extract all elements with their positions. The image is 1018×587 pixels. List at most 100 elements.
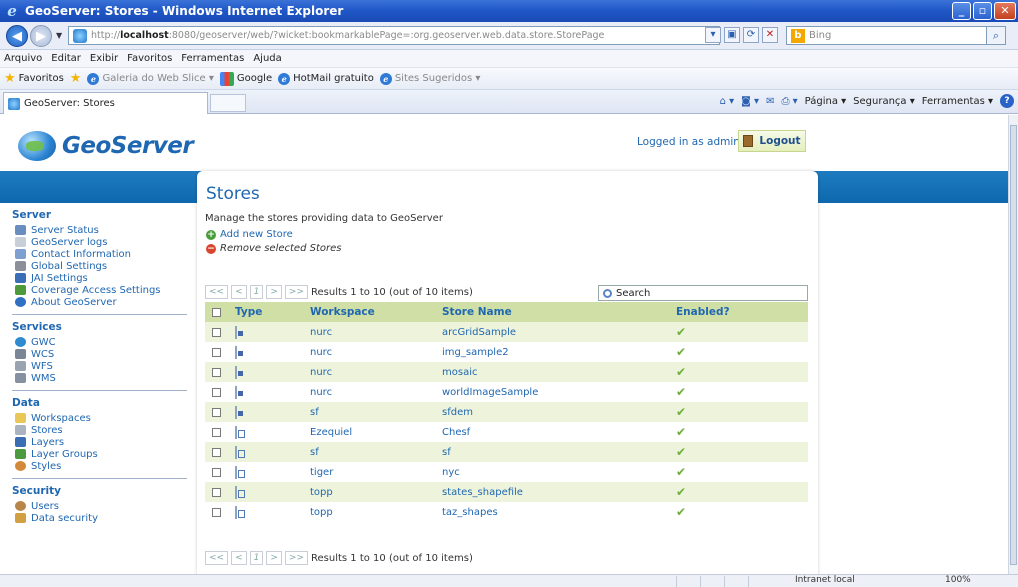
menu-ajuda[interactable]: Ajuda: [253, 53, 281, 64]
row-checkbox[interactable]: [211, 367, 221, 377]
fav-web-slice[interactable]: e Galeria do Web Slice ▾: [87, 72, 214, 85]
row-workspace-link[interactable]: nurc: [307, 367, 440, 378]
row-workspace-link[interactable]: sf: [307, 447, 440, 458]
row-workspace-link[interactable]: tiger: [307, 467, 440, 478]
menu-ferramentas[interactable]: Ferramentas: [181, 53, 244, 64]
maximize-button[interactable]: ▫: [973, 2, 992, 20]
row-workspace-link[interactable]: sf: [307, 407, 440, 418]
row-store-name-link[interactable]: img_sample2: [440, 347, 672, 358]
compat-view-icon[interactable]: ▣: [724, 27, 740, 43]
row-checkbox[interactable]: [211, 487, 221, 497]
row-checkbox[interactable]: [211, 387, 221, 397]
help-icon[interactable]: ?: [1000, 94, 1014, 108]
row-checkbox[interactable]: [211, 427, 221, 437]
back-button[interactable]: ◀: [6, 25, 28, 47]
pager-prev-button[interactable]: <: [231, 285, 247, 299]
tab-geoserver-stores[interactable]: GeoServer: Stores: [3, 92, 208, 114]
sidebar-item-contact-information[interactable]: Contact Information: [15, 248, 187, 260]
row-store-name-link[interactable]: mosaic: [440, 367, 672, 378]
remove-stores-link[interactable]: − Remove selected Stores: [206, 243, 341, 254]
sidebar-item-wcs[interactable]: WCS: [15, 348, 187, 360]
search-input[interactable]: b Bing ⌕: [786, 26, 1006, 45]
address-dropdown-icon[interactable]: ▾: [705, 27, 721, 43]
close-button[interactable]: ✕: [994, 2, 1016, 20]
menu-editar[interactable]: Editar: [51, 53, 81, 64]
row-workspace-link[interactable]: topp: [307, 507, 440, 518]
forward-button[interactable]: ▶: [30, 25, 52, 47]
select-all-checkbox[interactable]: [211, 307, 221, 317]
pager-last-button[interactable]: >>: [284, 551, 309, 565]
sidebar-item-coverage-access[interactable]: Coverage Access Settings: [15, 284, 187, 296]
menu-arquivo[interactable]: Arquivo: [4, 53, 42, 64]
row-store-name-link[interactable]: nyc: [440, 467, 672, 478]
stop-icon[interactable]: ✕: [762, 27, 778, 43]
minimize-button[interactable]: _: [952, 2, 971, 20]
pager-prev-button[interactable]: <: [231, 551, 247, 565]
row-checkbox[interactable]: [211, 507, 221, 517]
column-enabled[interactable]: Enabled?: [672, 306, 782, 318]
menu-exibir[interactable]: Exibir: [90, 53, 118, 64]
sidebar-item-global-settings[interactable]: Global Settings: [15, 260, 187, 272]
home-icon[interactable]: ⌂ ▾: [720, 96, 735, 107]
command-seguranca[interactable]: Segurança ▾: [853, 96, 915, 107]
fav-suggested-sites[interactable]: e Sites Sugeridos ▾: [379, 72, 480, 85]
sidebar-item-data-security[interactable]: Data security: [15, 512, 197, 524]
table-search-input[interactable]: Search: [598, 285, 808, 301]
pager-next-button[interactable]: >: [266, 551, 282, 565]
page-scrollbar[interactable]: [1008, 115, 1018, 574]
sidebar-item-wfs[interactable]: WFS: [15, 360, 187, 372]
column-type[interactable]: Type: [227, 306, 307, 318]
sidebar-item-workspaces[interactable]: Workspaces: [15, 412, 187, 424]
url-field[interactable]: http://localhost:8080/geoserver/web/?wic…: [68, 26, 720, 45]
pager-last-button[interactable]: >>: [284, 285, 309, 299]
logout-button[interactable]: Logout: [738, 130, 806, 152]
row-checkbox[interactable]: [211, 407, 221, 417]
favorites-button[interactable]: ★ Favoritos: [4, 71, 64, 86]
row-workspace-link[interactable]: nurc: [307, 347, 440, 358]
feeds-icon[interactable]: ◙ ▾: [741, 96, 759, 107]
row-store-name-link[interactable]: arcGridSample: [440, 327, 672, 338]
row-store-name-link[interactable]: states_shapefile: [440, 487, 672, 498]
print-icon[interactable]: ⎙ ▾: [781, 96, 797, 107]
row-checkbox[interactable]: [211, 467, 221, 477]
zoom-level[interactable]: 100%: [945, 575, 971, 585]
row-store-name-link[interactable]: sf: [440, 447, 672, 458]
row-store-name-link[interactable]: Chesf: [440, 427, 672, 438]
fav-hotmail[interactable]: e HotMail gratuito: [278, 72, 374, 85]
column-store-name[interactable]: Store Name: [440, 306, 672, 318]
new-tab-button[interactable]: [210, 94, 246, 112]
sidebar-item-stores[interactable]: Stores: [15, 424, 187, 436]
history-dropdown-icon[interactable]: ▼: [56, 31, 62, 40]
geoserver-logo[interactable]: GeoServer: [18, 131, 194, 161]
sidebar-item-layers[interactable]: Layers: [15, 436, 187, 448]
sidebar-item-wms[interactable]: WMS: [15, 372, 187, 384]
sidebar-item-gwc[interactable]: GWC: [15, 336, 187, 348]
command-ferramentas[interactable]: Ferramentas ▾: [922, 96, 993, 107]
column-workspace[interactable]: Workspace: [307, 306, 440, 318]
add-store-link[interactable]: + Add new Store: [206, 229, 293, 240]
row-checkbox[interactable]: [211, 447, 221, 457]
sidebar-item-layer-groups[interactable]: Layer Groups: [15, 448, 187, 460]
row-workspace-link[interactable]: nurc: [307, 327, 440, 338]
pager-next-button[interactable]: >: [266, 285, 282, 299]
sidebar-item-users[interactable]: Users: [15, 500, 197, 512]
mail-icon[interactable]: ✉: [766, 96, 774, 107]
fav-google[interactable]: Google: [219, 71, 272, 86]
pager-first-button[interactable]: <<: [205, 285, 229, 299]
row-checkbox[interactable]: [211, 347, 221, 357]
row-store-name-link[interactable]: taz_shapes: [440, 507, 672, 518]
sidebar-item-server-status[interactable]: Server Status: [15, 224, 187, 236]
sidebar-item-jai-settings[interactable]: JAI Settings: [15, 272, 187, 284]
row-store-name-link[interactable]: worldImageSample: [440, 387, 672, 398]
row-store-name-link[interactable]: sfdem: [440, 407, 672, 418]
row-workspace-link[interactable]: topp: [307, 487, 440, 498]
refresh-icon[interactable]: ⟳: [743, 27, 759, 43]
scrollbar-thumb[interactable]: [1010, 125, 1017, 565]
add-favorite-icon[interactable]: ★: [70, 71, 82, 86]
row-workspace-link[interactable]: Ezequiel: [307, 427, 440, 438]
pager-first-button[interactable]: <<: [205, 551, 229, 565]
sidebar-item-geoserver-logs[interactable]: GeoServer logs: [15, 236, 187, 248]
command-pagina[interactable]: Página ▾: [805, 96, 847, 107]
row-checkbox[interactable]: [211, 327, 221, 337]
row-workspace-link[interactable]: nurc: [307, 387, 440, 398]
